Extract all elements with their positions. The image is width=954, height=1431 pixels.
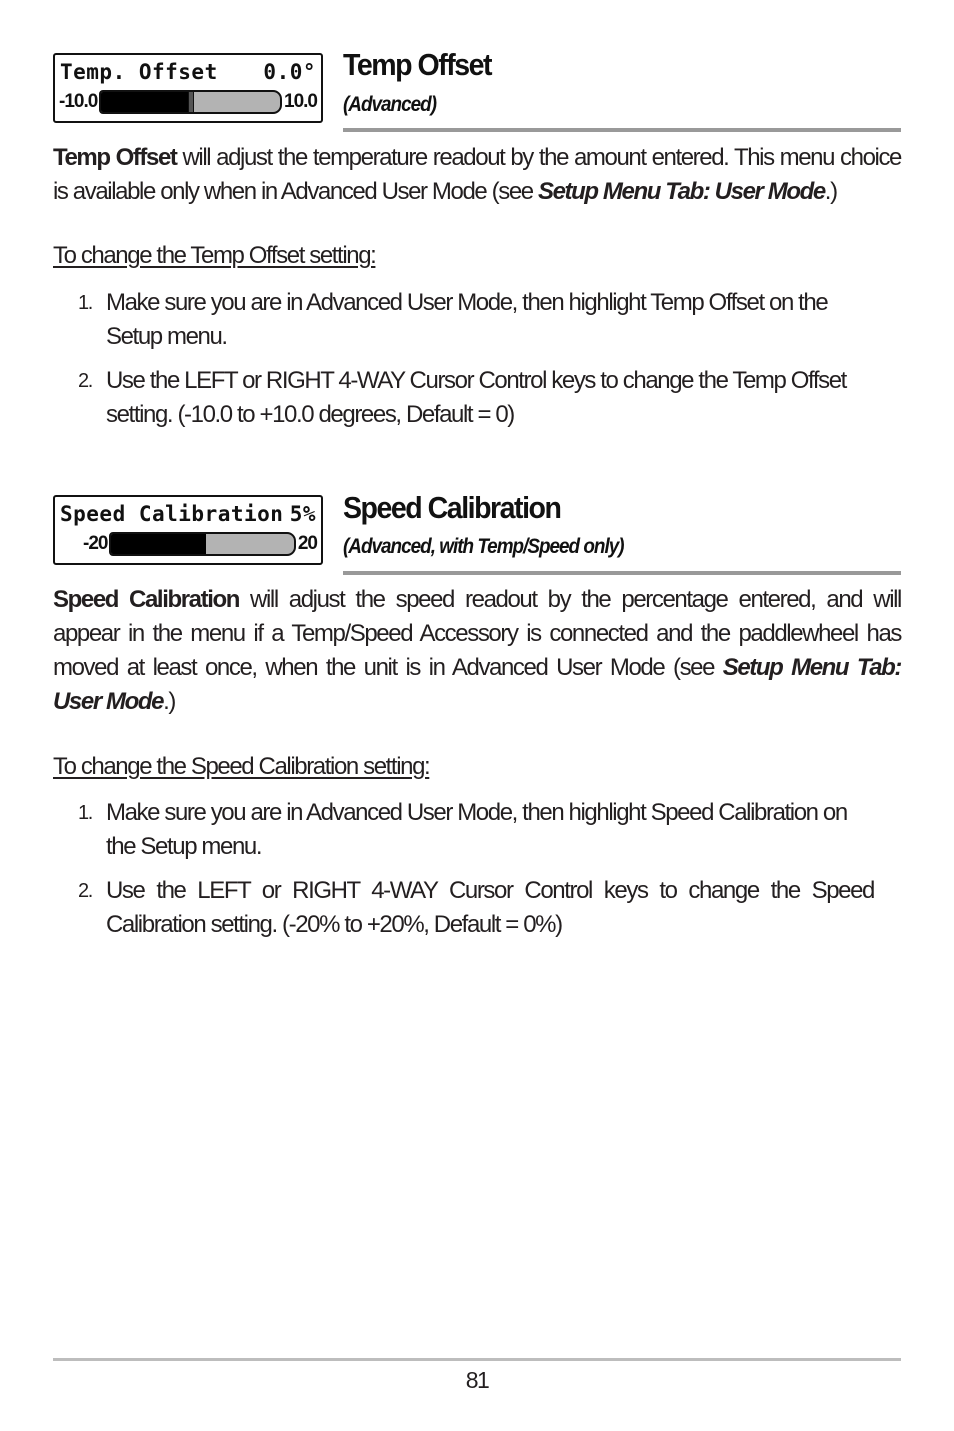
temp-offset-slider: [99, 90, 283, 114]
description-tail: .): [163, 688, 176, 715]
widget-value: 5%: [289, 502, 316, 526]
section-title: Temp Offset: [343, 47, 493, 82]
speed-calibration-menu-widget: Speed Calibration 5% -20 20: [53, 495, 323, 565]
section-subtitle: (Advanced, with Temp/Speed only): [343, 535, 625, 558]
procedure-title: To change the Temp Offset setting:: [53, 242, 377, 269]
procedure-step: 2. Use the LEFT or RIGHT 4-WAY Cursor Co…: [78, 874, 875, 942]
widget-label: Temp. Offset: [60, 60, 218, 84]
procedure-step: 1. Make sure you are in Advanced User Mo…: [78, 286, 874, 354]
page-number: 81: [465, 1367, 490, 1393]
widget-label: Speed Calibration: [60, 502, 284, 526]
slider-fill: [111, 534, 207, 554]
widget-value: 0.0°: [263, 60, 316, 84]
step-text: Use the LEFT or RIGHT 4-WAY Cursor Contr…: [106, 877, 875, 938]
description-bold-lead: Speed Calibration: [53, 586, 240, 613]
description-tail: .): [824, 178, 838, 205]
procedure-title: To change the Speed Calibration setting:: [53, 753, 431, 780]
description-bold-lead: Temp Offset: [53, 144, 178, 171]
footer-rule: [53, 1358, 901, 1361]
step-number: 2.: [78, 370, 93, 392]
section-rule: [343, 571, 901, 575]
step-number: 1.: [78, 802, 93, 824]
section-description: Temp Offset will adjust the temperature …: [53, 141, 902, 209]
widget-max-label: 10.0: [284, 91, 318, 112]
section-description: Speed Calibration will adjust the speed …: [53, 583, 902, 719]
section-rule: [343, 128, 901, 132]
step-number: 2.: [78, 880, 93, 902]
widget-min-label: -20: [83, 533, 108, 554]
speed-calibration-slider: [109, 532, 296, 556]
widget-min-label: -10.0: [59, 91, 98, 112]
step-text: Use the LEFT or RIGHT 4-WAY Cursor Contr…: [106, 367, 847, 428]
description-reference: Setup Menu Tab: User Mode: [537, 178, 826, 205]
section-subtitle: (Advanced): [343, 93, 437, 116]
temp-offset-menu-widget: Temp. Offset 0.0° -10.0 10.0: [53, 53, 323, 123]
procedure-step: 2. Use the LEFT or RIGHT 4-WAY Cursor Co…: [78, 364, 874, 432]
step-text: Make sure you are in Advanced User Mode,…: [106, 799, 848, 860]
section-title: Speed Calibration: [343, 490, 562, 525]
widget-max-label: 20: [297, 533, 318, 554]
step-text: Make sure you are in Advanced User Mode,…: [106, 289, 829, 350]
step-number: 1.: [78, 292, 93, 314]
slider-thumb: [187, 92, 194, 112]
slider-fill: [101, 92, 191, 112]
procedure-step: 1. Make sure you are in Advanced User Mo…: [78, 796, 874, 864]
